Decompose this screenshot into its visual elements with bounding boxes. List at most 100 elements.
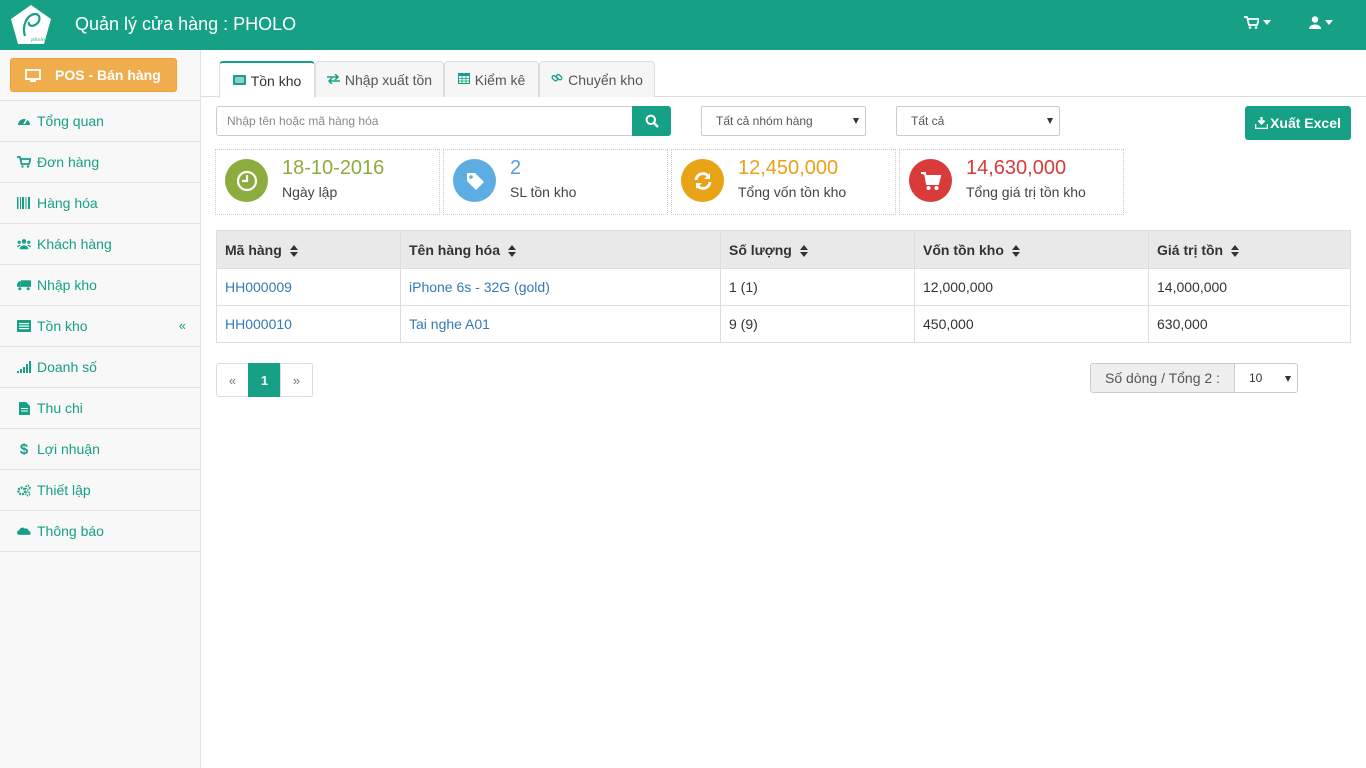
sidebar-item-thiet-lap[interactable]: Thiết lập	[0, 470, 200, 511]
barcode-icon	[17, 196, 31, 210]
sort-icon	[1011, 244, 1020, 257]
status-value: Tất cả	[911, 114, 945, 128]
tag-icon	[453, 159, 496, 202]
stat-card-stock-value: 14,630,000 Tổng giá trị tồn kho	[899, 149, 1124, 215]
stat-card-date: 18-10-2016 Ngày lập	[215, 149, 440, 215]
sidebar-item-ton-kho[interactable]: Tồn kho «	[0, 306, 200, 347]
stock-cost-cell: 450,000	[914, 305, 1149, 343]
product-code-link[interactable]: HH000009	[216, 268, 401, 306]
tab-label: Kiểm kê	[474, 71, 526, 88]
stat-value: 2	[510, 157, 522, 179]
stat-label: Ngày lập	[282, 184, 338, 200]
rows-per-page-label: Số dòng / Tổng 2 :	[1090, 363, 1235, 393]
search-button[interactable]	[632, 106, 671, 136]
tab-ton-kho[interactable]: Tồn kho	[219, 61, 315, 98]
sidebar-item-hang-hoa[interactable]: Hàng hóa	[0, 183, 200, 224]
sidebar-item-thong-bao[interactable]: Thông báo	[0, 511, 200, 552]
product-group-value: Tất cả nhóm hàng	[716, 114, 813, 128]
sidebar-item-label: Đơn hàng	[37, 154, 100, 170]
sort-icon	[508, 244, 516, 257]
prev-page-button[interactable]: «	[216, 363, 249, 397]
stat-label: SL tồn kho	[510, 184, 577, 200]
product-name-link[interactable]: iPhone 6s - 32G (gold)	[400, 268, 721, 306]
cart-icon	[17, 155, 31, 169]
sidebar: POS - Bán hàng Tổng quan Đơn hàng Hàng h…	[0, 50, 201, 768]
stat-value: 14,630,000	[966, 157, 1067, 179]
stock-value-cell: 630,000	[1148, 305, 1351, 343]
status-select[interactable]: Tất cả	[896, 106, 1060, 136]
list-icon	[17, 319, 31, 333]
calendar-icon	[457, 72, 470, 87]
exchange-icon	[326, 72, 340, 87]
sidebar-nav: Tổng quan Đơn hàng Hàng hóa Khách hàng N…	[0, 100, 200, 552]
product-code-link[interactable]: HH000010	[216, 305, 401, 343]
link-icon	[551, 72, 563, 87]
export-excel-button[interactable]: Xuất Excel	[1245, 106, 1351, 140]
search-icon	[645, 114, 659, 128]
column-header-ma-hang[interactable]: Mã hàng	[216, 230, 401, 269]
download-icon	[1255, 117, 1269, 129]
sidebar-item-tong-quan[interactable]: Tổng quan	[0, 101, 200, 142]
pos-button-label: POS - Bán hàng	[55, 67, 161, 83]
sidebar-item-label: Hàng hóa	[37, 195, 98, 211]
sidebar-item-khach-hang[interactable]: Khách hàng	[0, 224, 200, 265]
svg-text:pholo: pholo	[31, 37, 45, 43]
sidebar-item-label: Tổng quan	[37, 113, 104, 129]
column-header-gia-tri-ton[interactable]: Giá trị tồn	[1148, 230, 1351, 269]
product-name-link[interactable]: Tai nghe A01	[400, 305, 721, 343]
page-button-current[interactable]: 1	[248, 363, 281, 397]
chevron-down-icon	[1047, 118, 1053, 124]
tab-label: Tồn kho	[250, 72, 302, 89]
cart-menu[interactable]	[1244, 16, 1271, 29]
sidebar-item-label: Nhập kho	[37, 277, 97, 293]
column-header-so-luong[interactable]: Số lượng	[720, 230, 915, 269]
tab-nhap-xuat-ton[interactable]: Nhập xuất tồn	[315, 61, 444, 97]
column-header-von-ton-kho[interactable]: Vốn tồn kho	[914, 230, 1149, 269]
refresh-icon	[681, 159, 724, 202]
tab-chuyen-kho[interactable]: Chuyển kho	[539, 61, 655, 97]
chevron-down-icon	[853, 118, 859, 124]
tab-kiem-ke[interactable]: Kiểm kê	[444, 61, 539, 97]
product-group-select[interactable]: Tất cả nhóm hàng	[701, 106, 866, 136]
chevron-down-icon	[1263, 20, 1271, 25]
chevron-down-icon	[1325, 20, 1333, 25]
sidebar-item-nhap-kho[interactable]: Nhập kho	[0, 265, 200, 306]
collapse-sidebar-icon[interactable]: «	[179, 318, 186, 333]
signal-icon	[17, 360, 31, 374]
cloud-icon	[17, 524, 31, 538]
next-page-button[interactable]: »	[280, 363, 313, 397]
pos-button[interactable]: POS - Bán hàng	[10, 58, 177, 92]
sidebar-item-thu-chi[interactable]: Thu chi	[0, 388, 200, 429]
pholo-logo[interactable]: pholo	[8, 3, 54, 47]
search-input[interactable]	[216, 106, 633, 136]
sidebar-item-don-hang[interactable]: Đơn hàng	[0, 142, 200, 183]
list-icon	[232, 74, 246, 88]
table-row: HH000009 iPhone 6s - 32G (gold) 1 (1) 12…	[216, 268, 1351, 306]
sort-icon	[799, 244, 808, 257]
sidebar-item-label: Khách hàng	[37, 236, 112, 252]
users-icon	[17, 237, 31, 251]
truck-icon	[17, 278, 31, 292]
cart-icon	[1244, 16, 1259, 29]
sidebar-item-loi-nhuan[interactable]: $ Lợi nhuận	[0, 429, 200, 470]
stat-value: 18-10-2016	[282, 157, 385, 179]
dollar-icon: $	[19, 440, 29, 458]
top-navbar: pholo Quản lý cửa hàng : PHOLO	[0, 0, 1366, 50]
quantity-cell: 1 (1)	[720, 268, 915, 306]
export-excel-label: Xuất Excel	[1270, 115, 1341, 131]
sidebar-item-doanh-so[interactable]: Doanh số	[0, 347, 200, 388]
stat-label: Tổng giá trị tồn kho	[966, 184, 1086, 200]
tab-bar: Tồn kho Nhập xuất tồn Kiểm kê Chuyển kho	[201, 50, 1366, 98]
sort-icon	[289, 244, 298, 257]
sidebar-item-label: Thông báo	[37, 523, 104, 539]
app-title: Quản lý cửa hàng : PHOLO	[75, 14, 297, 34]
rows-per-page-select[interactable]: 10	[1234, 363, 1298, 393]
sidebar-item-label: Thu chi	[37, 400, 83, 416]
user-icon	[1309, 16, 1321, 29]
stat-card-stock-cost: 12,450,000 Tổng vốn tồn kho	[671, 149, 896, 215]
user-menu[interactable]	[1309, 16, 1333, 29]
sidebar-item-label: Doanh số	[37, 359, 97, 375]
gears-icon	[17, 483, 31, 497]
stat-value: 12,450,000	[738, 157, 839, 179]
column-header-ten-hang-hoa[interactable]: Tên hàng hóa	[400, 230, 721, 269]
